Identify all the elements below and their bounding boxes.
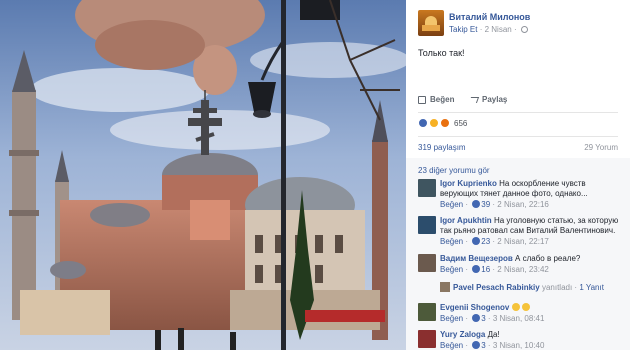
share-button[interactable]: Paylaş <box>468 95 508 104</box>
globe-icon <box>520 26 528 33</box>
comment-date[interactable]: 2 Nisan, 22:17 <box>497 237 549 246</box>
like-button[interactable]: Beğen <box>418 95 454 104</box>
comment-likes[interactable]: 39 <box>481 200 490 209</box>
like-reaction-icon <box>472 237 481 245</box>
follow-link[interactable]: Takip Et <box>449 25 477 34</box>
reply-action: yanıtladı <box>541 283 573 292</box>
comment-actions: Beğen · 3 · 3 Nisan, 10:40 <box>440 341 545 350</box>
comment-likes[interactable]: 23 <box>481 237 490 246</box>
like-reaction-icon <box>472 341 481 349</box>
comment-text: Да! <box>487 330 500 339</box>
comment-like-button[interactable]: Beğen <box>440 200 463 209</box>
comment-like-button[interactable]: Beğen <box>440 265 463 274</box>
comment-likes[interactable]: 3 <box>481 314 485 323</box>
post-date[interactable]: 2 Nisan <box>485 25 512 34</box>
post-actions: Beğen Paylaş <box>418 95 618 109</box>
comment-actions: Beğen · 39 · 2 Nisan, 22:16 <box>440 200 549 209</box>
reactions-summary[interactable]: 656 <box>418 118 467 128</box>
post-text: Только так! <box>418 48 465 58</box>
comment-date[interactable]: 3 Nisan, 10:40 <box>493 341 545 350</box>
author-name[interactable]: Виталий Милонов <box>449 12 530 22</box>
reply-summary[interactable]: Pavel Pesach Rabinkiy yanıtladı · 1 Yanı… <box>440 282 620 292</box>
divider <box>418 112 618 113</box>
share-label: Paylaş <box>482 95 508 104</box>
wow-reaction-icon <box>429 118 439 128</box>
avatar <box>440 282 450 292</box>
post-photo[interactable] <box>0 0 406 350</box>
view-more-comments-link[interactable]: 23 diğer yorumu gör <box>418 166 490 175</box>
reactions-count: 656 <box>454 118 468 128</box>
comment-author[interactable]: Evgenii Shogenov <box>440 303 509 312</box>
reply-count[interactable]: 1 Yanıt <box>579 283 604 292</box>
comment-date[interactable]: 2 Nisan, 23:42 <box>497 265 549 274</box>
like-reaction-icon <box>472 314 481 322</box>
avatar[interactable] <box>418 303 436 321</box>
smile-emoji-icon <box>511 303 520 311</box>
comment-likes[interactable]: 3 <box>481 341 485 350</box>
share-arrow-icon <box>468 96 480 103</box>
comment-author[interactable]: Yury Zaloga <box>440 330 485 339</box>
post-header: Виталий Милонов Takip Et · 2 Nisan · <box>406 0 630 40</box>
post-side-panel: Виталий Милонов Takip Et · 2 Nisan · Тол… <box>406 0 630 350</box>
like-reaction-icon <box>472 265 481 273</box>
comment-date[interactable]: 2 Nisan, 22:16 <box>497 200 549 209</box>
comment-date[interactable]: 3 Nisan, 08:41 <box>493 314 545 323</box>
comment-author[interactable]: Igor Kuprienko <box>440 179 497 188</box>
reply-author[interactable]: Pavel Pesach Rabinkiy <box>453 283 540 292</box>
shares-count[interactable]: 319 paylaşım <box>418 143 466 152</box>
avatar[interactable] <box>418 254 436 272</box>
comment-actions: Beğen · 3 · 3 Nisan, 08:41 <box>440 314 545 323</box>
page-avatar[interactable] <box>418 10 444 36</box>
comment-text: А слабо в реале? <box>515 254 581 263</box>
hagia-sophia-photo <box>0 0 406 350</box>
like-label: Beğen <box>430 95 455 104</box>
comment-actions: Beğen · 16 · 2 Nisan, 23:42 <box>440 265 549 274</box>
avatar[interactable] <box>418 179 436 197</box>
divider <box>418 136 618 137</box>
post-meta: Takip Et · 2 Nisan · <box>449 25 528 34</box>
avatar[interactable] <box>418 216 436 234</box>
angry-reaction-icon <box>440 118 450 128</box>
like-reaction-icon <box>418 118 428 128</box>
comment-like-button[interactable]: Beğen <box>440 237 463 246</box>
thumbs-up-emoji-icon <box>521 303 530 311</box>
thumbs-up-icon <box>418 95 426 104</box>
comment-author[interactable]: Igor Apukhtin <box>440 216 492 225</box>
comment-author[interactable]: Вадим Вещезеров <box>440 254 513 263</box>
like-reaction-icon <box>472 200 481 208</box>
comment-actions: Beğen · 23 · 2 Nisan, 22:17 <box>440 237 549 246</box>
facebook-photo-viewer: Виталий Милонов Takip Et · 2 Nisan · Тол… <box>0 0 630 350</box>
avatar[interactable] <box>418 330 436 348</box>
comment-like-button[interactable]: Beğen <box>440 341 463 350</box>
comment-like-button[interactable]: Beğen <box>440 314 463 323</box>
comment-likes[interactable]: 16 <box>481 265 490 274</box>
comments-section: 23 diğer yorumu gör Igor Kuprienko На ос… <box>406 158 630 350</box>
comments-count[interactable]: 29 Yorum <box>584 143 618 152</box>
